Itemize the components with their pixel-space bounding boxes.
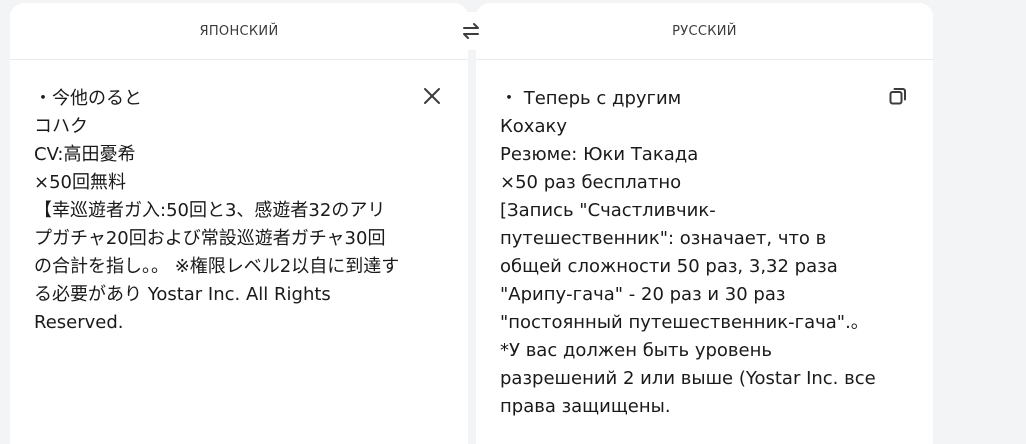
close-icon [424, 88, 440, 104]
translation-output: ・ Теперь с другим Кохаку Резюме: Юки Так… [500, 88, 876, 417]
copy-icon [889, 88, 906, 105]
source-panel: ЯПОНСКИЙ ・今他のると コハク CV:高田憂希 ×50回無料 【幸巡遊者… [10, 3, 468, 444]
copy-button[interactable] [884, 82, 912, 110]
source-language-selector[interactable]: ЯПОНСКИЙ [10, 3, 468, 60]
swap-languages-button[interactable] [450, 12, 492, 50]
target-panel: РУССКИЙ ・ Теперь с другим Кохаку Резюме:… [476, 3, 933, 444]
clear-button[interactable] [418, 82, 446, 110]
source-text-input[interactable]: ・今他のると コハク CV:高田憂希 ×50回無料 【幸巡遊者ガ入:50回と3、… [34, 85, 402, 337]
target-language-selector[interactable]: РУССКИЙ [476, 3, 933, 60]
swap-arrows-icon [463, 23, 479, 39]
translator-app: ЯПОНСКИЙ ・今他のると コハク CV:高田憂希 ×50回無料 【幸巡遊者… [0, 0, 1026, 444]
